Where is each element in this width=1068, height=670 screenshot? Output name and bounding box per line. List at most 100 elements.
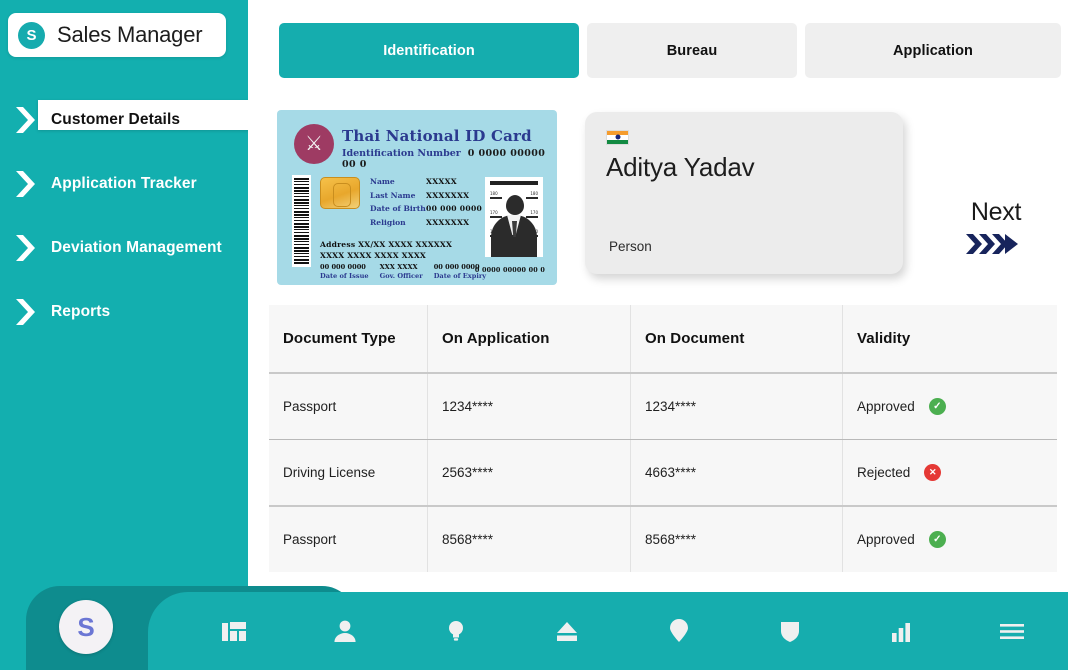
- id-footer-item: XXX XXXX Gov. Officer: [380, 263, 423, 281]
- sidebar-nav: Customer Details Application Tracker Dev…: [0, 88, 252, 344]
- tab-identification[interactable]: Identification: [279, 23, 579, 78]
- id-footer-value: 00 000 0000: [320, 263, 366, 271]
- table-header-cell: On Application: [428, 305, 631, 372]
- tab-bureau[interactable]: Bureau: [587, 23, 797, 78]
- id-footer-label: Date of Issue: [320, 272, 369, 280]
- id-field-value: 00 000 0000: [426, 204, 483, 213]
- nav-location-pin[interactable]: [623, 592, 734, 670]
- eject-icon: [557, 622, 578, 641]
- table-header-cell: Validity: [843, 305, 1057, 372]
- cell-text: 8568****: [442, 532, 494, 547]
- nav-dashboard-grid[interactable]: [178, 592, 289, 670]
- photo-height-tick: [490, 197, 502, 199]
- dashboard-grid-icon: [221, 622, 246, 641]
- sidebar-item-deviation-management[interactable]: Deviation Management: [0, 216, 252, 280]
- column-header-document-type: Document Type: [283, 330, 396, 347]
- table-cell-on-application: 2563****: [428, 440, 631, 505]
- id-card-footer: 00 000 0000 Date of Issue XXX XXXX Gov. …: [320, 263, 486, 281]
- nav-bar-chart[interactable]: [846, 592, 957, 670]
- id-footer-label: Gov. Officer: [379, 272, 423, 280]
- user-avatar[interactable]: S: [59, 600, 113, 654]
- brand-badge-icon: S: [18, 21, 45, 49]
- id-field-value: XXXXX: [426, 177, 457, 186]
- thai-national-id-card: ⚔ Thai National ID Card Identification N…: [277, 110, 557, 285]
- id-field-key: Date of Birth: [370, 204, 426, 213]
- id-field-row: Last Name XXXXXXX: [370, 189, 482, 203]
- next-button[interactable]: Next: [948, 198, 1044, 257]
- status-label: Rejected: [857, 465, 911, 480]
- lightbulb-icon: [449, 621, 464, 641]
- location-pin-icon: [669, 619, 688, 642]
- cell-text: Passport: [283, 532, 337, 547]
- photo-silhouette-head: [506, 195, 524, 215]
- chevrons-right-icon: [948, 231, 1044, 257]
- sidebar-item-application-tracker[interactable]: Application Tracker: [0, 152, 252, 216]
- cell-text: 1234****: [442, 399, 494, 414]
- app-root: S Sales Manager Customer Details Applica…: [0, 0, 1068, 670]
- sidebar-item-label: Deviation Management: [51, 239, 222, 256]
- id-field-key: Name: [370, 177, 395, 186]
- person-card[interactable]: Aditya Yadav Person: [585, 112, 903, 274]
- table-row[interactable]: Passport 1234**** 1234**** Approved ✓: [269, 374, 1057, 439]
- table-row[interactable]: Passport 8568**** 8568**** Approved ✓: [269, 507, 1057, 572]
- id-footer-item: 00 000 0000 Date of Issue: [320, 263, 369, 281]
- id-field-row: Name XXXXX: [370, 175, 482, 189]
- nav-hamburger-menu[interactable]: [957, 592, 1068, 670]
- hamburger-menu-icon: [1000, 624, 1025, 639]
- brand-title: Sales Manager: [57, 22, 203, 47]
- sidebar-item-customer-details[interactable]: Customer Details: [0, 88, 252, 152]
- garuda-emblem-icon: ⚔: [294, 124, 334, 164]
- approved-check-icon: ✓: [928, 398, 946, 415]
- table-row[interactable]: Driving License 2563**** 4663**** Reject…: [269, 440, 1057, 505]
- table-cell-on-document: 4663****: [631, 440, 843, 505]
- documents-table: Document Type On Application On Document…: [269, 305, 1057, 572]
- nav-lightbulb[interactable]: [401, 592, 512, 670]
- id-card-title: Thai National ID Card: [342, 127, 532, 145]
- id-photo: 180 180 170 170 160 160: [485, 177, 543, 257]
- chevron-right-icon: [16, 299, 35, 325]
- nav-shield[interactable]: [734, 592, 845, 670]
- person-icon: [334, 620, 356, 642]
- photo-height-label: 180: [490, 191, 498, 196]
- table-cell-on-application: 8568****: [428, 507, 631, 572]
- table-cell-document-type: Passport: [269, 507, 428, 572]
- photo-height-tick: [526, 216, 538, 218]
- india-flag-icon: [606, 130, 629, 145]
- table-cell-validity: Rejected ✕: [843, 440, 1057, 505]
- nav-eject[interactable]: [512, 592, 623, 670]
- cell-text: 1234****: [645, 399, 697, 414]
- id-field-value: XXXXXXX: [426, 190, 470, 200]
- cell-text: Driving License: [283, 465, 376, 480]
- main-content-panel: Identification Bureau Application ⚔ Thai…: [248, 0, 1068, 592]
- chevron-right-icon: [16, 107, 35, 133]
- bottom-nav-icons: [178, 592, 1068, 670]
- cell-text: Passport: [283, 399, 337, 414]
- table-header-row: Document Type On Application On Document…: [269, 305, 1057, 372]
- table-cell-validity: Approved ✓: [843, 507, 1057, 572]
- tab-application[interactable]: Application: [805, 23, 1061, 78]
- table-cell-validity: Approved ✓: [843, 374, 1057, 439]
- id-field-value: XXXXXXX: [426, 217, 470, 227]
- person-name: Aditya Yadav: [606, 152, 755, 182]
- column-header-on-document: On Document: [645, 330, 745, 347]
- tab-bar: Identification Bureau Application: [279, 23, 1061, 78]
- sidebar-item-reports[interactable]: Reports: [0, 280, 252, 344]
- sidebar-item-label: Customer Details: [51, 111, 181, 128]
- id-field-key: Religion: [370, 217, 406, 227]
- nav-person[interactable]: [289, 592, 400, 670]
- id-card-inner: ⚔ Thai National ID Card Identification N…: [282, 115, 552, 280]
- table-cell-document-type: Passport: [269, 374, 428, 439]
- status-label: Approved: [857, 532, 915, 547]
- id-address-line-1: Address XX/XX XXXX XXXXXX: [320, 240, 453, 249]
- photo-height-label: 170: [530, 210, 538, 215]
- approved-check-icon: ✓: [928, 531, 946, 548]
- brand-header[interactable]: S Sales Manager: [8, 13, 226, 57]
- rejected-cross-icon: ✕: [924, 464, 942, 481]
- photo-height-label: 170: [490, 210, 498, 215]
- shield-icon: [780, 622, 799, 642]
- id-field-row: Date of Birth 00 000 0000: [370, 202, 482, 216]
- bar-chart-icon: [892, 623, 911, 642]
- photo-height-tick: [526, 197, 538, 199]
- chevron-right-icon: [16, 235, 35, 261]
- barcode-icon: [292, 175, 311, 267]
